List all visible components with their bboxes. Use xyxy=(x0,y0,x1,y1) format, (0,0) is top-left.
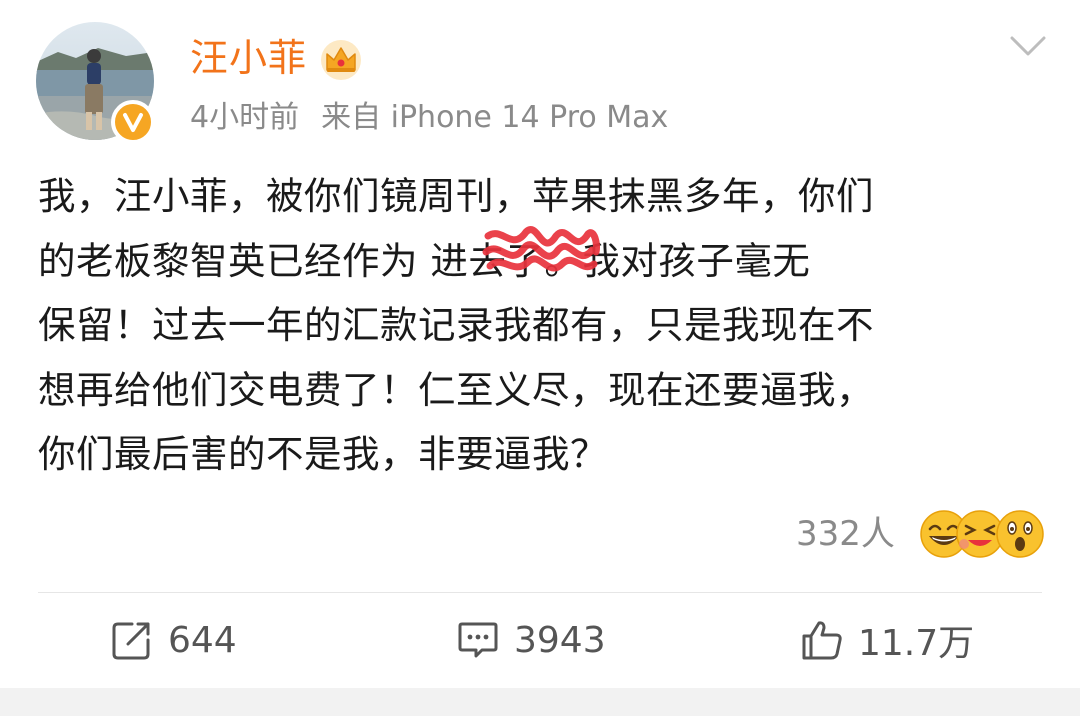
post-content: 我，汪小菲，被你们镜周刊，苹果抹黑多年，你们 的老板黎智英已经作为 进去了。我对… xyxy=(38,164,1038,487)
surprised-icon xyxy=(996,510,1044,558)
post-source: 来自 iPhone 14 Pro Max xyxy=(321,100,669,135)
content-line: 你们最后害的不是我，非要逼我？ xyxy=(38,432,608,476)
laughing-icon xyxy=(956,510,1004,558)
redaction-scribble xyxy=(482,226,600,272)
post-meta: 4小时前 来自 iPhone 14 Pro Max xyxy=(190,96,668,140)
weibo-post: 汪小菲 4小时前 来自 iPhone 14 Pro Max 我，汪小菲，被你们镜周… xyxy=(0,0,1080,716)
post-time: 4小时前 xyxy=(190,100,300,135)
like-count: 11.7万 xyxy=(858,623,975,664)
repost-count: 644 xyxy=(168,619,237,661)
content-line: 想再给他们交电费了！仁至义尽，现在还要逼我， xyxy=(38,367,874,412)
content-line: 保留！过去一年的汇款记录我都有，只是我现在不 xyxy=(38,303,874,347)
content-line: 我，汪小菲，被你们镜周刊，苹果抹黑多年，你们 xyxy=(38,174,874,218)
reaction-emojis[interactable] xyxy=(918,508,1046,560)
bottom-strip xyxy=(0,688,1080,716)
verified-badge-icon xyxy=(111,100,155,144)
repost-icon xyxy=(112,622,150,660)
repost-button[interactable]: 644 xyxy=(110,612,237,668)
comment-count: 3943 xyxy=(514,619,606,661)
comment-button[interactable]: 3943 xyxy=(456,612,606,668)
crown-icon xyxy=(321,40,361,80)
thumbs-up-icon xyxy=(802,621,842,660)
author-name[interactable]: 汪小菲 xyxy=(190,32,307,84)
reaction-count[interactable]: 332人 xyxy=(796,510,895,558)
comment-icon xyxy=(458,622,498,658)
like-button[interactable]: 11.7万 xyxy=(800,612,974,668)
chevron-down-icon[interactable] xyxy=(1008,32,1048,60)
divider xyxy=(38,592,1042,593)
